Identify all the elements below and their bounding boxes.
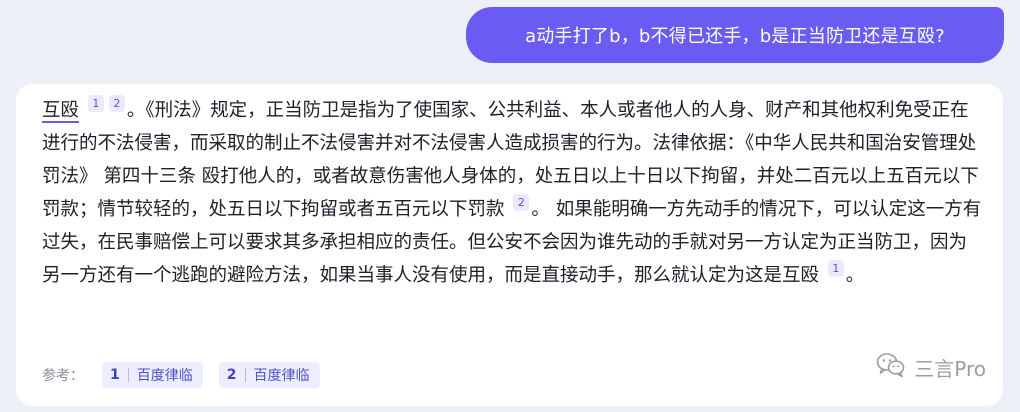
citation-badge[interactable]: 1 [87,95,104,112]
watermark: 三言Pro [876,352,986,383]
citation-badge[interactable]: 2 [513,194,530,211]
references-row: 参考： 1 百度律临 2 百度律临 [42,362,336,388]
answer-text: 互殴 1 2 。《刑法》规定，正当防卫是指为了使国家、公共利益、本人或者他人的人身、… [42,94,982,292]
wechat-icon [876,352,906,383]
reference-source: 百度律临 [136,368,193,384]
reference-divider [244,368,246,382]
watermark-text: 三言Pro [914,357,986,381]
answer-term-link[interactable]: 互殴 [42,100,80,123]
answer-card: 互殴 1 2 。《刑法》规定，正当防卫是指为了使国家、公共利益、本人或者他人的人身、… [16,84,1003,406]
references-label: 参考： [42,368,84,384]
answer-paragraph-3: 。 [845,265,865,286]
user-question-text: a动手打了b，b不得已还手，b是正当防卫还是互殴? [525,26,945,47]
citation-badge[interactable]: 1 [827,260,844,277]
reference-number: 1 [110,367,120,383]
reference-source: 百度律临 [253,368,310,384]
reference-number: 2 [226,367,237,383]
reference-link-2[interactable]: 2 百度律临 [218,362,320,388]
reference-divider [127,368,129,382]
citation-badge[interactable]: 2 [108,95,125,112]
user-question-bubble: a动手打了b，b不得已还手，b是正当防卫还是互殴? [466,7,1004,63]
reference-link-1[interactable]: 1 百度律临 [102,362,203,388]
